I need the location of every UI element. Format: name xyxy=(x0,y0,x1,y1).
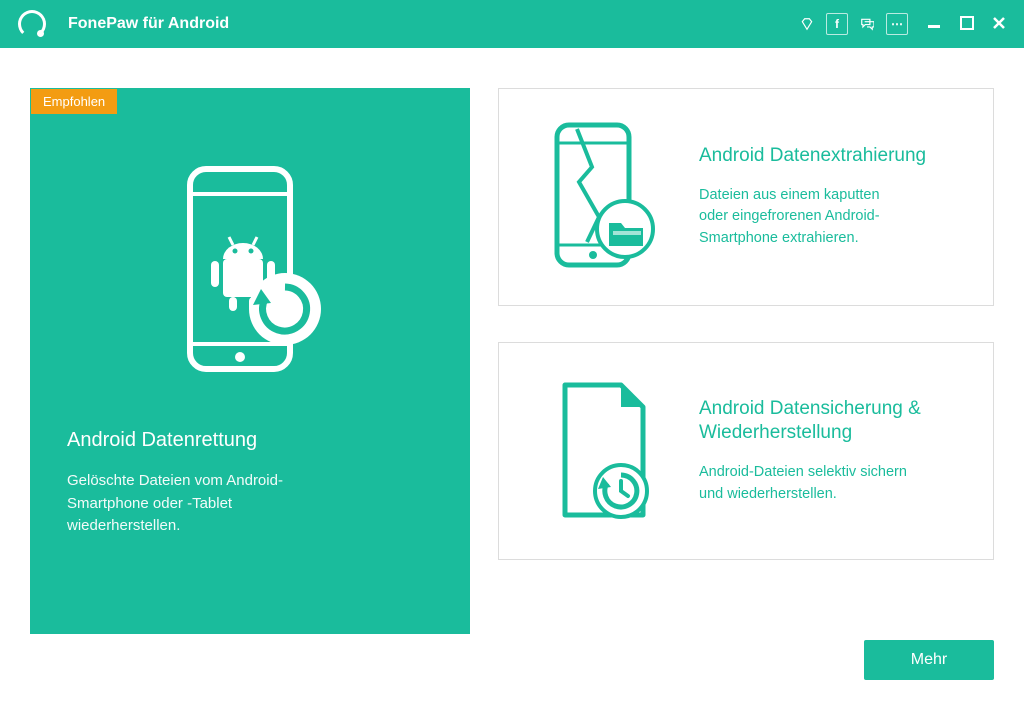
card-recovery-desc: Gelöschte Dateien vom Android- Smartphon… xyxy=(67,470,433,538)
app-logo-icon xyxy=(18,10,46,38)
card-recovery-title: Android Datenrettung xyxy=(67,429,433,452)
card-android-extraction[interactable]: Android Datenextrahierung Dateien aus ei… xyxy=(498,88,994,306)
more-button[interactable]: Mehr xyxy=(864,640,994,680)
content-area: Empfohlen xyxy=(0,48,1024,702)
minimize-button[interactable] xyxy=(926,14,942,35)
app-title: FonePaw für Android xyxy=(68,15,229,33)
card-backup-desc: Android-Dateien selektiv sichern und wie… xyxy=(699,462,921,506)
maximize-button[interactable] xyxy=(960,14,974,35)
close-button[interactable] xyxy=(992,14,1006,35)
card-android-recovery[interactable]: Empfohlen xyxy=(30,88,470,634)
titlebar: FonePaw für Android f ⋯ xyxy=(0,0,1024,48)
recommended-badge: Empfohlen xyxy=(31,89,117,114)
phone-recovery-icon xyxy=(31,119,469,429)
card-extraction-desc: Dateien aus einem kaputten oder eingefro… xyxy=(699,185,926,250)
chat-icon[interactable] xyxy=(856,13,878,35)
card-extraction-title: Android Datenextrahierung xyxy=(699,144,926,169)
card-backup-title: Android Datensicherung & Wiederherstellu… xyxy=(699,397,921,446)
diamond-icon[interactable] xyxy=(796,13,818,35)
document-backup-icon xyxy=(527,371,677,531)
facebook-icon[interactable]: f xyxy=(826,13,848,35)
broken-phone-icon xyxy=(527,117,677,277)
card-android-backup[interactable]: Android Datensicherung & Wiederherstellu… xyxy=(498,342,994,560)
more-menu-icon[interactable]: ⋯ xyxy=(886,13,908,35)
